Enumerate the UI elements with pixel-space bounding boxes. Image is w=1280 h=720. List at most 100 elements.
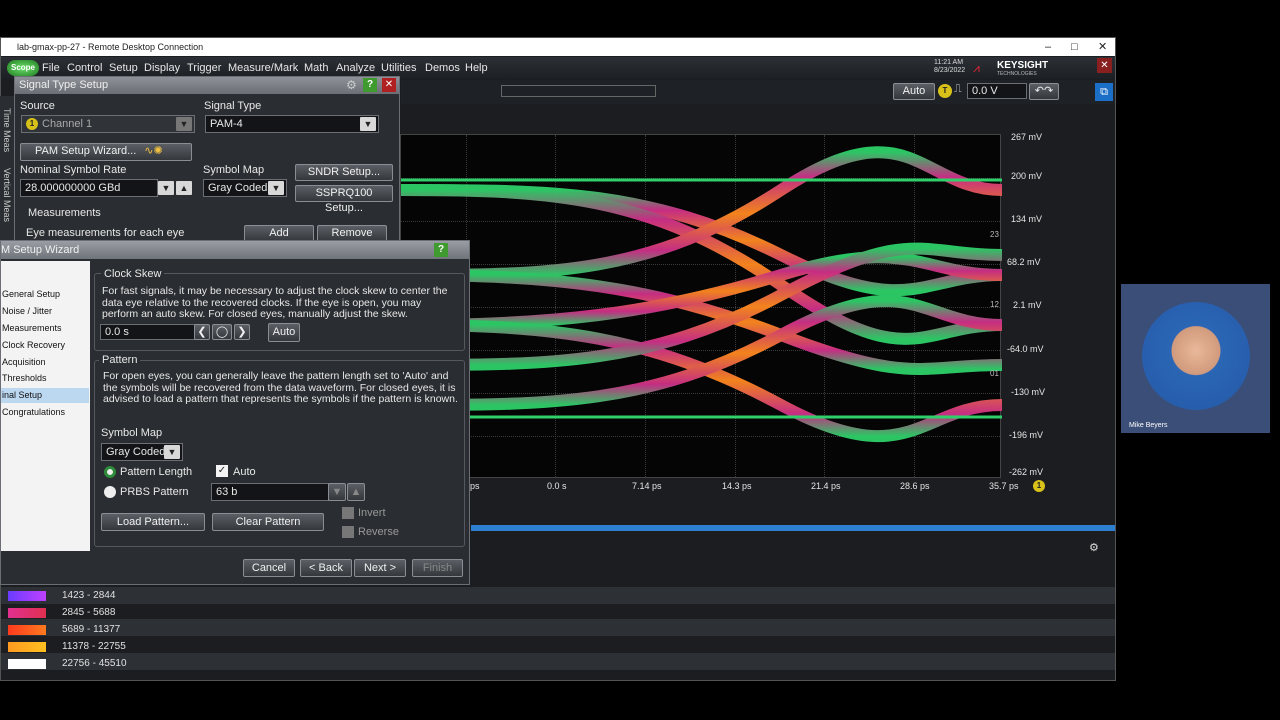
skew-right-icon[interactable]: ❯ <box>234 324 250 340</box>
nav-clock-recovery[interactable]: Clock Recovery <box>1 338 89 353</box>
symbol-rate-field[interactable]: 28.000000000 GBd <box>20 179 158 197</box>
scope-toolbar: Auto T ⎍ 0.0 V ↶↷ ⧉ <box>401 80 1115 104</box>
wizard-titlebar: M Setup Wizard ? <box>1 241 469 259</box>
close-button[interactable]: ✕ <box>1098 38 1107 56</box>
decrement-icon[interactable]: ▼ <box>328 483 346 501</box>
legend-range: 22756 - 45510 <box>62 658 127 669</box>
help-icon[interactable]: ? <box>434 243 448 257</box>
nav-acquisition[interactable]: Acquisition <box>1 355 89 370</box>
auto-skew-button[interactable]: Auto <box>268 323 300 342</box>
load-pattern-button[interactable]: Load Pattern... <box>101 513 205 531</box>
symbol-map-select[interactable]: Gray Coded ▼ <box>101 443 183 461</box>
skew-field[interactable]: 0.0 s <box>100 324 195 340</box>
menu-analyze[interactable]: Analyze <box>336 62 375 74</box>
brand-name: KEYSIGHT <box>997 60 1049 71</box>
legend-range: 5689 - 11377 <box>62 624 121 635</box>
pattern-length-radio[interactable] <box>104 466 116 478</box>
increment-icon[interactable]: ▲ <box>176 181 192 195</box>
y-tick-label: 134 mV <box>1011 214 1043 224</box>
x-tick-label: 21.4 ps <box>811 481 841 491</box>
legend-row: 22756 - 45510 <box>0 656 300 673</box>
auto-scale-button[interactable]: Auto <box>893 83 935 100</box>
reverse-checkbox[interactable] <box>342 526 354 538</box>
skew-knob-icon[interactable]: ◯ <box>212 324 232 340</box>
x-tick-label: 35.7 ps <box>989 481 1019 491</box>
scope-badge[interactable]: Scope <box>7 60 39 76</box>
channel-marker-badge[interactable]: 1 <box>1033 480 1045 492</box>
x-tick-label: 14.3 ps <box>722 481 752 491</box>
decrement-icon[interactable]: ▼ <box>158 181 174 195</box>
legend-row: 11378 - 22755 <box>0 639 300 656</box>
clear-pattern-button[interactable]: Clear Pattern <box>212 513 324 531</box>
menu-measure-mark[interactable]: Measure/Mark <box>228 62 298 74</box>
menu-control[interactable]: Control <box>67 62 102 74</box>
symbol-map-label: Symbol Map <box>101 427 163 439</box>
nav-measurements[interactable]: Measurements <box>1 321 89 336</box>
nav-congratulations[interactable]: Congratulations <box>1 405 89 420</box>
trigger-edge-icon: ⎍ <box>954 83 962 95</box>
eye-marker-23: 23 <box>990 230 999 239</box>
menu-file[interactable]: File <box>42 62 60 74</box>
waveform-divider[interactable] <box>471 525 1115 531</box>
prbs-pattern-radio[interactable] <box>104 486 116 498</box>
tab-time-meas[interactable]: Time Meas <box>2 108 12 152</box>
symbol-map-select[interactable]: Gray Coded ▼ <box>203 179 287 197</box>
clock-skew-description: For fast signals, it may be necessary to… <box>102 285 448 320</box>
menu-trigger[interactable]: Trigger <box>187 62 221 74</box>
channel-badge: 1 <box>26 118 38 130</box>
nav-noise-jitter[interactable]: Noise / Jitter <box>1 304 89 319</box>
wizard-wand-icon: ∿✺ <box>144 145 163 157</box>
symbol-map-value: Gray Coded <box>208 182 268 194</box>
tab-vertical-meas[interactable]: Vertical Meas <box>2 168 12 222</box>
close-icon[interactable]: ✕ <box>382 78 396 92</box>
symbol-rate-label: Nominal Symbol Rate <box>20 164 127 176</box>
legend-swatch <box>8 659 46 669</box>
menu-help[interactable]: Help <box>465 62 488 74</box>
invert-checkbox[interactable] <box>342 507 354 519</box>
trigger-level-field[interactable]: 0.0 V <box>967 83 1027 99</box>
eye-diagram[interactable]: 23 12 01 <box>400 134 1002 478</box>
back-button[interactable]: < Back <box>300 559 352 577</box>
settings-gear-icon[interactable]: ⚙ <box>1089 541 1099 554</box>
scope-close-icon[interactable]: ✕ <box>1097 58 1112 73</box>
presenter-name: Mike Beyers <box>1129 422 1168 429</box>
legend-list: 1423 - 2844 2845 - 5688 5689 - 11377 113… <box>0 588 300 672</box>
y-tick-label: 68.2 mV <box>1007 257 1041 267</box>
settings-icon[interactable]: ⚙ <box>346 78 357 92</box>
pam-setup-wizard-dialog: M Setup Wizard ? General Setup Noise / J… <box>0 240 470 585</box>
ssprq100-setup-button[interactable]: SSPRQ100 Setup... <box>295 185 393 214</box>
pam-setup-wizard-button[interactable]: PAM Setup Wizard... ∿✺ <box>20 143 192 161</box>
waveform-overview[interactable] <box>501 85 656 97</box>
skew-left-icon[interactable]: ❮ <box>194 324 210 340</box>
menu-demos[interactable]: Demos <box>425 62 460 74</box>
pattern-description: For open eyes, you can generally leave t… <box>103 370 458 405</box>
display-mode-icon[interactable]: ⧉ <box>1095 83 1113 101</box>
presenter-avatar <box>1142 302 1250 410</box>
menu-math[interactable]: Math <box>304 62 328 74</box>
sndr-setup-button[interactable]: SNDR Setup... <box>295 164 393 181</box>
source-select[interactable]: 1 Channel 1 ▼ <box>21 115 195 133</box>
increment-icon[interactable]: ▲ <box>347 483 365 501</box>
nav-final-setup[interactable]: inal Setup <box>1 388 89 403</box>
legend-range: 2845 - 5688 <box>62 607 116 618</box>
chevron-down-icon: ▼ <box>268 181 284 195</box>
legend-row: 2845 - 5688 <box>0 605 300 622</box>
help-icon[interactable]: ? <box>363 78 377 92</box>
cancel-button[interactable]: Cancel <box>243 559 295 577</box>
nav-general-setup[interactable]: General Setup <box>1 287 89 302</box>
undo-redo-icon[interactable]: ↶↷ <box>1029 83 1059 100</box>
menu-setup[interactable]: Setup <box>109 62 138 74</box>
menu-display[interactable]: Display <box>144 62 180 74</box>
prbs-pattern-label: PRBS Pattern <box>120 486 189 498</box>
signal-type-select[interactable]: PAM-4 ▼ <box>205 115 379 133</box>
auto-checkbox[interactable]: ✓ <box>216 465 228 477</box>
nav-thresholds[interactable]: Thresholds <box>1 371 89 386</box>
finish-button[interactable]: Finish <box>412 559 463 577</box>
next-button[interactable]: Next > <box>354 559 406 577</box>
minimize-button[interactable]: – <box>1045 38 1051 56</box>
maximize-button[interactable]: □ <box>1071 38 1078 56</box>
source-value: Channel 1 <box>42 118 93 130</box>
legend-row: 5689 - 11377 <box>0 622 300 639</box>
menu-utilities[interactable]: Utilities <box>381 62 416 74</box>
prbs-field[interactable]: 63 b <box>211 483 329 501</box>
